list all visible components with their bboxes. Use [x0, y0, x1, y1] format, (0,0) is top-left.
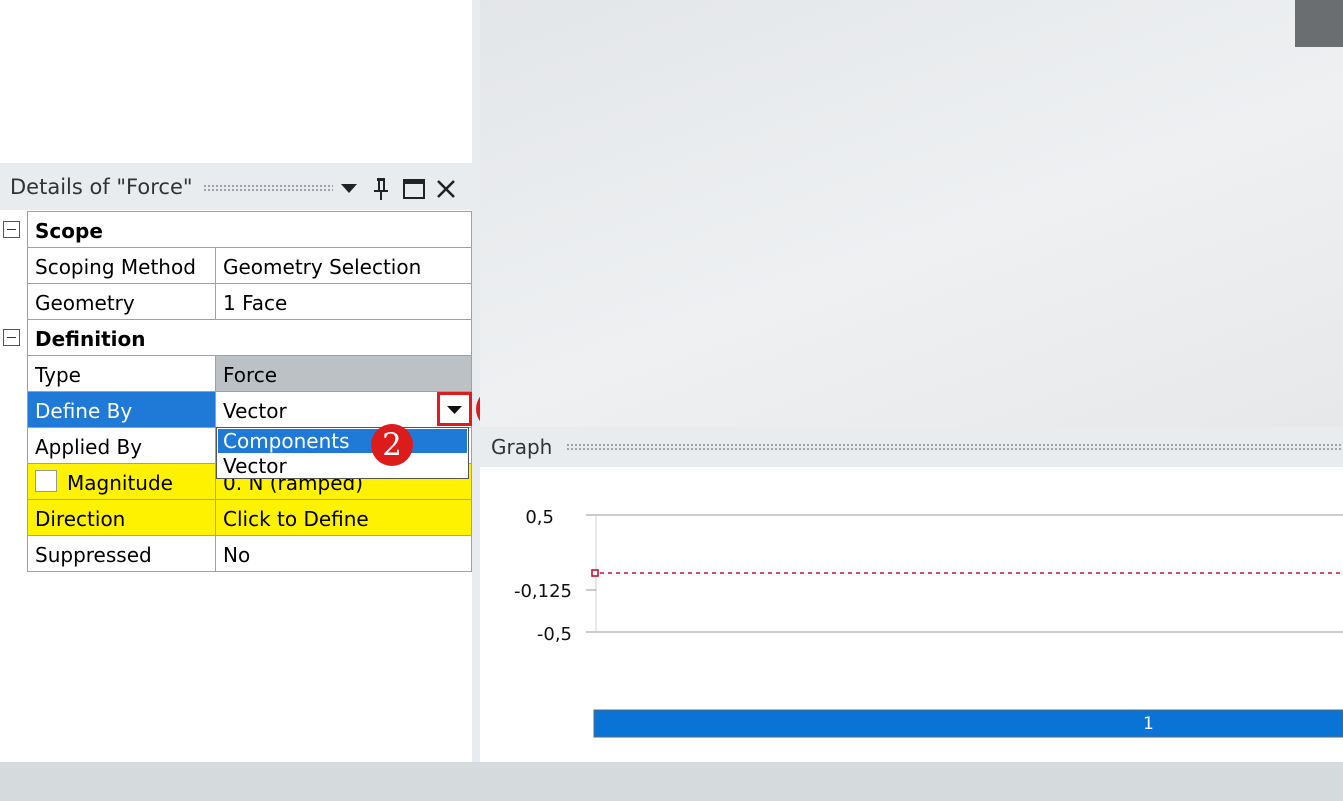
chevron-down-icon [447, 406, 462, 414]
row-value: Geometry Selection [223, 255, 422, 279]
row-direction[interactable]: Direction Click to Define [27, 500, 472, 536]
row-scoping-method[interactable]: Scoping Method Geometry Selection [27, 248, 472, 284]
define-by-dropdown-button[interactable] [437, 392, 472, 426]
option-label: Vector [223, 454, 287, 478]
dropdown-option-components[interactable]: Components [218, 429, 467, 453]
group-definition[interactable]: Definition [27, 320, 472, 356]
row-key: Type [35, 363, 81, 387]
group-label: Definition [35, 327, 146, 351]
graph-plot [586, 514, 1343, 738]
row-type[interactable]: Type Force [27, 356, 472, 392]
define-by-dropdown-list: Components Vector [216, 427, 469, 479]
timeline-step-bar[interactable] [593, 709, 1343, 738]
chevron-down-icon[interactable] [336, 174, 362, 204]
row-key: Direction [35, 507, 126, 531]
collapse-definition-button[interactable] [3, 329, 20, 346]
graph-header: Graph [480, 427, 1343, 467]
data-point-marker[interactable] [591, 569, 599, 577]
maximize-icon[interactable] [401, 174, 427, 204]
graph-title: Graph [491, 435, 553, 459]
option-label: Components [223, 429, 350, 453]
group-scope[interactable]: Scope [27, 211, 472, 248]
parameter-checkbox[interactable] [35, 470, 57, 492]
row-key: Suppressed [35, 543, 152, 567]
row-value: No [223, 543, 251, 567]
row-value: Force [223, 363, 278, 387]
row-suppressed[interactable]: Suppressed No [27, 536, 472, 572]
define-by-select[interactable]: Vector [223, 399, 287, 423]
row-key: Scoping Method [35, 255, 196, 279]
pane-splitter[interactable] [472, 0, 480, 762]
row-key: Magnitude [67, 471, 173, 495]
row-key: Geometry [35, 291, 135, 315]
details-title: Details of "Force" [10, 175, 193, 199]
row-key: Applied By [35, 435, 143, 459]
dropdown-option-vector[interactable]: Vector [218, 454, 467, 478]
graph-drag-handle[interactable] [566, 443, 1343, 452]
row-value: Click to Define [223, 507, 369, 531]
timeline-step-label: 1 [1143, 714, 1154, 734]
details-drag-handle[interactable] [203, 184, 333, 193]
pin-icon[interactable] [368, 174, 394, 204]
row-define-by[interactable]: Define By Vector [27, 392, 472, 428]
model-geometry [1295, 0, 1343, 47]
graph-panel: 0,5 -0,125 -0,5 1 [480, 467, 1343, 762]
close-icon[interactable] [433, 174, 459, 204]
row-geometry[interactable]: Geometry 1 Face [27, 284, 472, 320]
group-label: Scope [35, 219, 103, 243]
geometry-viewport[interactable] [480, 0, 1343, 427]
callout-badge: 2 [371, 424, 413, 466]
status-bar [0, 762, 1343, 801]
row-value: 1 Face [223, 291, 288, 315]
row-key: Define By [35, 399, 133, 423]
collapse-scope-button[interactable] [3, 221, 20, 238]
